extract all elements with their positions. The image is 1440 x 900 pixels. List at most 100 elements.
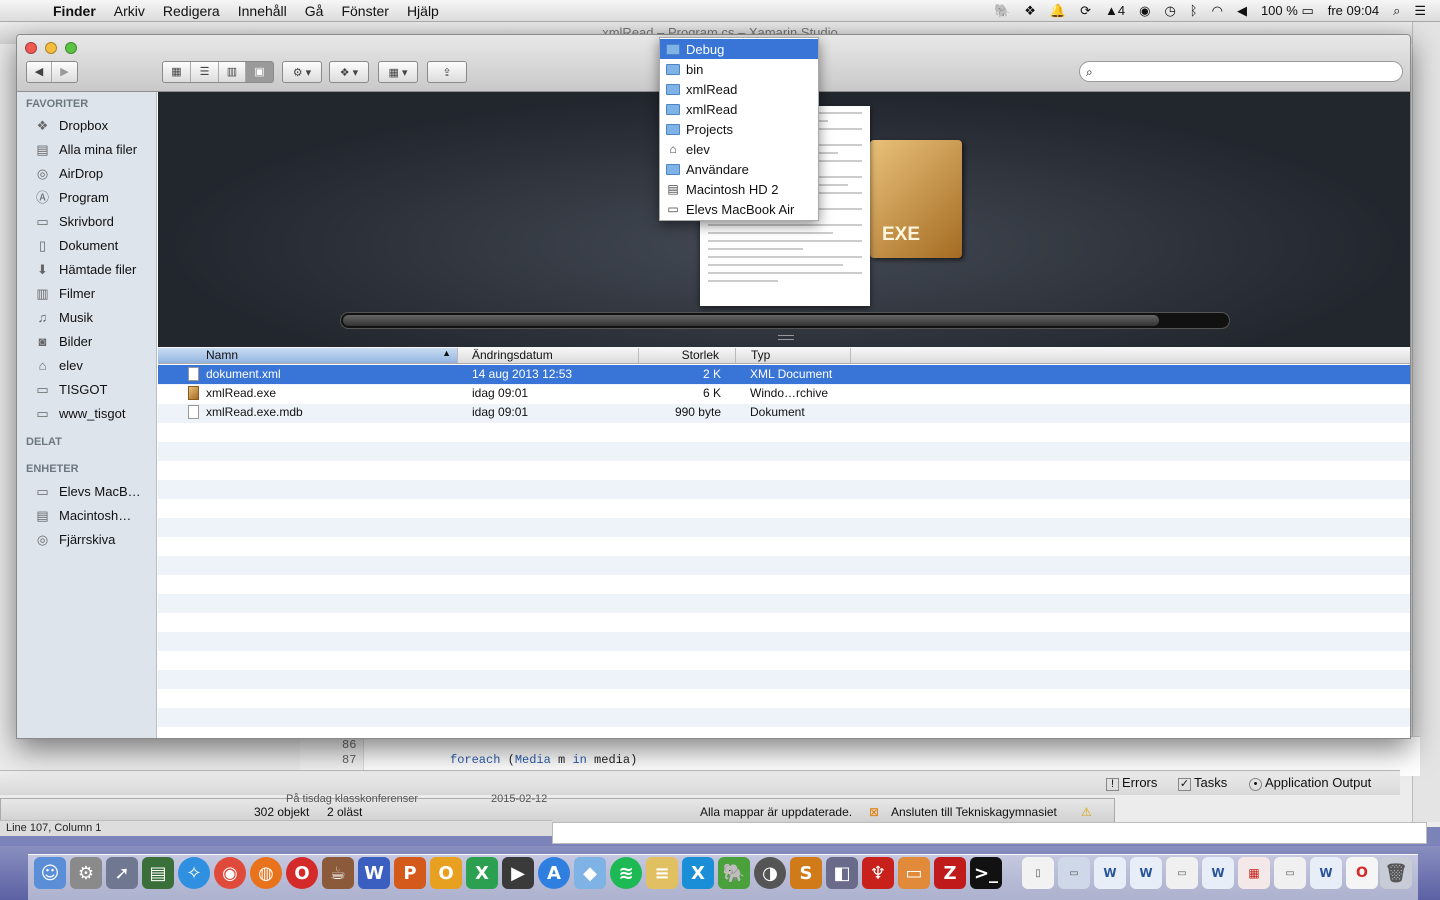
drive-menu-icon[interactable]: ◉ [1139,3,1150,19]
trash-dock-icon[interactable]: 🗑 [1380,857,1412,889]
acrobat-dock-icon[interactable]: ♆ [862,857,894,889]
notification-bell-icon[interactable]: 🔔 [1050,3,1066,19]
sync-menu-icon[interactable]: ⟳ [1080,3,1091,19]
sidebar-item-airdrop[interactable]: ◎ AirDrop [34,162,154,184]
notification-center-icon[interactable]: ☰ [1414,3,1426,19]
errors-tab[interactable]: ! Errors [1106,775,1157,791]
list-view-icon[interactable]: ☰ [191,62,219,82]
file-row[interactable]: dokument.xml 14 aug 2013 12:53 2 K XML D… [158,365,1410,384]
evernote-dock-icon[interactable]: 🐘 [718,857,750,889]
sidebar-item-music[interactable]: ♫ Musik [34,306,154,328]
path-item-projects[interactable]: Projects [660,119,818,139]
terminal-dock-icon[interactable]: >_ [970,857,1002,889]
search-field[interactable]: ⌕ [1079,61,1403,82]
keynote-dock-icon[interactable]: ▭ [898,857,930,889]
path-item-macintosh-hd[interactable]: ▤ Macintosh HD 2 [660,179,818,199]
xamarin-dock-icon[interactable]: X [682,857,714,889]
sidebar-item-desktop[interactable]: ▭ Skrivbord [34,210,154,232]
forward-arrow-icon[interactable]: ▶ [52,62,77,82]
safari-dock-icon[interactable]: ✧ [178,857,210,889]
tasks-tab[interactable]: ✓ Tasks [1178,775,1227,791]
minimized-window-dock-icon[interactable]: ▭ [1274,857,1306,889]
arrange-button[interactable]: ▦ ▾ [378,61,418,83]
spotlight-search-icon[interactable]: ⌕ [1393,3,1400,19]
minimized-word-dock-icon[interactable]: W [1310,857,1342,889]
path-item-debug[interactable]: Debug [660,39,818,59]
sidebar-item-applications[interactable]: Ⓐ Program [34,186,154,208]
volume-icon[interactable]: ◀ [1237,3,1247,19]
icon-view-icon[interactable]: ▦ [163,62,191,82]
split-resize-handle[interactable] [778,335,794,340]
opera-dock-icon[interactable]: O [286,857,318,889]
path-item-elev[interactable]: ⌂ elev [660,139,818,159]
evernote-menu-icon[interactable]: 🐘 [994,3,1010,19]
bluetooth-icon[interactable]: ᛒ [1190,3,1198,18]
launchpad-dock-icon[interactable]: ➚ [106,857,138,889]
sidebar-item-all-files[interactable]: ▤ Alla mina filer [34,138,154,160]
back-arrow-icon[interactable]: ◀ [27,62,52,82]
menu-hjalp[interactable]: Hjälp [398,3,448,19]
file-row[interactable]: xmlRead.exe idag 09:01 6 K Windo…rchive [158,384,1410,403]
activity-monitor-dock-icon[interactable]: ▤ [142,857,174,889]
column-header-type[interactable]: Typ [736,348,851,363]
minimized-opera-dock-icon[interactable]: O [1346,857,1378,889]
sidebar-item-downloads[interactable]: ⬇ Hämtade filer [34,258,154,280]
file-row[interactable]: xmlRead.exe.mdb idag 09:01 990 byte Doku… [158,403,1410,422]
excel-dock-icon[interactable]: X [466,857,498,889]
wifi-icon[interactable]: ◠ [1212,3,1223,19]
document-dock-icon[interactable]: ▯ [1022,857,1054,889]
battery-status[interactable]: 100 % ▭ [1261,3,1314,19]
sidebar-item-movies[interactable]: ▥ Filmer [34,282,154,304]
adobe-menu-icon[interactable]: ▲4 [1105,3,1125,18]
minimized-word-dock-icon[interactable]: W [1202,857,1234,889]
sidebar-item-remote-disc[interactable]: ◎ Fjärrskiva [34,528,154,550]
sidebar-item-tisgot[interactable]: ▭ TISGOT [34,378,154,400]
word-dock-icon[interactable]: W [358,857,390,889]
firefox-dock-icon[interactable]: ◍ [250,857,282,889]
dropbox-toolbar-button[interactable]: ❖ ▾ [329,61,369,83]
photo-dock-icon[interactable]: ☕ [322,857,354,889]
action-menu-button[interactable]: ⚙ ▾ [282,61,322,83]
path-item-macbook[interactable]: ▭ Elevs MacBook Air [660,199,818,219]
minimized-word-dock-icon[interactable]: W [1130,857,1162,889]
dropbox-menu-icon[interactable]: ❖ [1024,3,1036,19]
minimized-word-dock-icon[interactable]: W [1094,857,1126,889]
menu-redigera[interactable]: Redigera [154,3,229,19]
sublime-dock-icon[interactable]: S [790,857,822,889]
app-store-dock-icon[interactable]: A [538,857,570,889]
exe-file-icon[interactable]: EXE [870,140,962,270]
minimized-window-dock-icon[interactable]: ▭ [1058,857,1090,889]
zoom-window-button[interactable] [65,42,77,54]
minimized-window-dock-icon[interactable]: ▭ [1166,857,1198,889]
menu-ga[interactable]: Gå [296,3,333,19]
facetime-dock-icon[interactable]: ▶ [502,857,534,889]
menu-arkiv[interactable]: Arkiv [105,3,154,19]
powerpoint-dock-icon[interactable]: P [394,857,426,889]
preview-dock-icon[interactable]: ◧ [826,857,858,889]
scrollbar-thumb[interactable] [343,315,1159,326]
menu-fonster[interactable]: Fönster [332,3,397,19]
column-header-date[interactable]: Ändringsdatum [458,348,639,363]
cover-flow-scrollbar[interactable] [340,312,1230,329]
spotify-dock-icon[interactable]: ≋ [610,857,642,889]
github-dock-icon[interactable]: ◑ [754,857,786,889]
outlook-dock-icon[interactable]: O [430,857,462,889]
time-machine-icon[interactable]: ◷ [1164,3,1175,19]
chrome-dock-icon[interactable]: ◉ [214,857,246,889]
filezilla-dock-icon[interactable]: Z [934,857,966,889]
sidebar-item-macintosh-hd[interactable]: ▤ Macintosh… [34,504,154,526]
path-item-bin[interactable]: bin [660,59,818,79]
menu-innehall[interactable]: Innehåll [229,3,296,19]
path-item-xmlread-parent[interactable]: xmlRead [660,99,818,119]
virtualbox-dock-icon[interactable]: ◆ [574,857,606,889]
clock[interactable]: fre 09:04 [1328,3,1379,18]
sidebar-item-macbook[interactable]: ▭ Elevs MacB… [34,480,154,502]
sidebar-item-www-tisgot[interactable]: ▭ www_tisgot [34,402,154,424]
finder-dock-icon[interactable]: ☺ [34,857,66,889]
close-window-button[interactable] [25,42,37,54]
application-output-tab[interactable]: • Application Output [1249,775,1371,791]
path-item-xmlread[interactable]: xmlRead [660,79,818,99]
notes-dock-icon[interactable]: ≡ [646,857,678,889]
column-view-icon[interactable]: ▥ [219,62,246,82]
sidebar-item-home[interactable]: ⌂ elev [34,354,154,376]
